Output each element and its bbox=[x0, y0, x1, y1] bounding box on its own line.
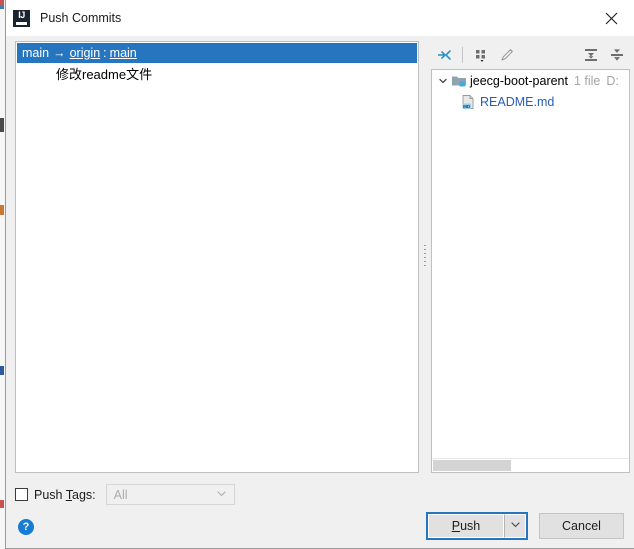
expand-all-icon bbox=[585, 49, 597, 61]
push-button[interactable]: Push bbox=[428, 514, 504, 538]
dialog-title: Push Commits bbox=[40, 11, 122, 25]
cancel-button[interactable]: Cancel bbox=[539, 512, 624, 539]
push-tags-label-prefix: Push bbox=[34, 487, 66, 502]
file-count-label: 1 file bbox=[573, 73, 601, 88]
collapse-all-icon bbox=[611, 49, 623, 61]
module-folder-icon bbox=[451, 73, 467, 89]
push-tags-row: Push Tags: All bbox=[15, 484, 235, 505]
scrollbar-thumb[interactable] bbox=[433, 460, 511, 471]
commits-list-panel[interactable]: main → origin : main 修改readme文件 bbox=[15, 41, 419, 473]
chevron-down-icon bbox=[510, 517, 521, 535]
dialog-titlebar: IJ Push Commits bbox=[6, 0, 634, 36]
push-tags-select[interactable]: All bbox=[105, 484, 235, 505]
changed-files-panel: jeecg-boot-parent 1 file D: MD README.md bbox=[431, 41, 630, 473]
push-tags-select-value: All bbox=[113, 487, 128, 502]
push-label-accel: P bbox=[451, 519, 461, 533]
tree-node-file[interactable]: MD README.md bbox=[432, 91, 629, 112]
file-name-label: README.md bbox=[480, 94, 555, 109]
svg-text:MD: MD bbox=[463, 104, 471, 109]
splitter-grip bbox=[424, 245, 426, 269]
module-path-label: D: bbox=[606, 73, 619, 88]
changes-toolbar bbox=[431, 41, 630, 69]
dialog-content: main → origin : main 修改readme文件 jeecg-bo… bbox=[6, 36, 634, 548]
colon-separator: : bbox=[103, 46, 107, 60]
chevron-down-icon[interactable] bbox=[435, 73, 451, 89]
push-tags-checkbox[interactable] bbox=[15, 488, 28, 501]
changed-files-tree[interactable]: jeecg-boot-parent 1 file D: MD README.md bbox=[431, 69, 630, 473]
expand-all-button[interactable] bbox=[578, 43, 604, 67]
push-split-button[interactable]: Push bbox=[426, 512, 528, 540]
push-tags-label[interactable]: Push Tags: bbox=[34, 488, 96, 502]
close-icon[interactable] bbox=[588, 0, 634, 36]
markdown-file-icon: MD bbox=[460, 94, 476, 110]
panel-splitter[interactable] bbox=[419, 41, 431, 473]
intellij-idea-icon: IJ bbox=[13, 9, 30, 27]
chevron-down-icon bbox=[216, 486, 227, 504]
push-dropdown-button[interactable] bbox=[504, 514, 526, 538]
toolbar-separator bbox=[462, 47, 463, 63]
remote-link[interactable]: origin bbox=[70, 46, 101, 60]
tree-node-module[interactable]: jeecg-boot-parent 1 file D: bbox=[432, 70, 629, 91]
commit-message-row[interactable]: 修改readme文件 bbox=[16, 64, 418, 86]
push-tags-label-suffix: ags: bbox=[72, 487, 96, 502]
push-target-row[interactable]: main → origin : main bbox=[17, 43, 417, 63]
edit-source-button bbox=[494, 43, 520, 67]
module-name-label: jeecg-boot-parent bbox=[470, 73, 568, 88]
group-by-button[interactable] bbox=[468, 43, 494, 67]
help-icon[interactable]: ? bbox=[18, 519, 34, 535]
arrow-glyph: → bbox=[53, 46, 66, 60]
horizontal-scrollbar[interactable] bbox=[433, 458, 628, 471]
source-branch-label: main bbox=[22, 46, 50, 60]
target-branch-link[interactable]: main bbox=[110, 46, 137, 60]
collapse-all-button[interactable] bbox=[604, 43, 630, 67]
pencil-icon bbox=[501, 49, 513, 61]
push-label-suffix: ush bbox=[460, 519, 481, 533]
push-commits-dialog: IJ Push Commits main → origin : main 修改r… bbox=[5, 0, 634, 549]
show-diff-button[interactable] bbox=[431, 43, 457, 67]
diff-arrows-icon bbox=[438, 50, 451, 60]
group-by-icon bbox=[476, 50, 485, 62]
dialog-action-buttons: Push Cancel bbox=[426, 512, 624, 540]
